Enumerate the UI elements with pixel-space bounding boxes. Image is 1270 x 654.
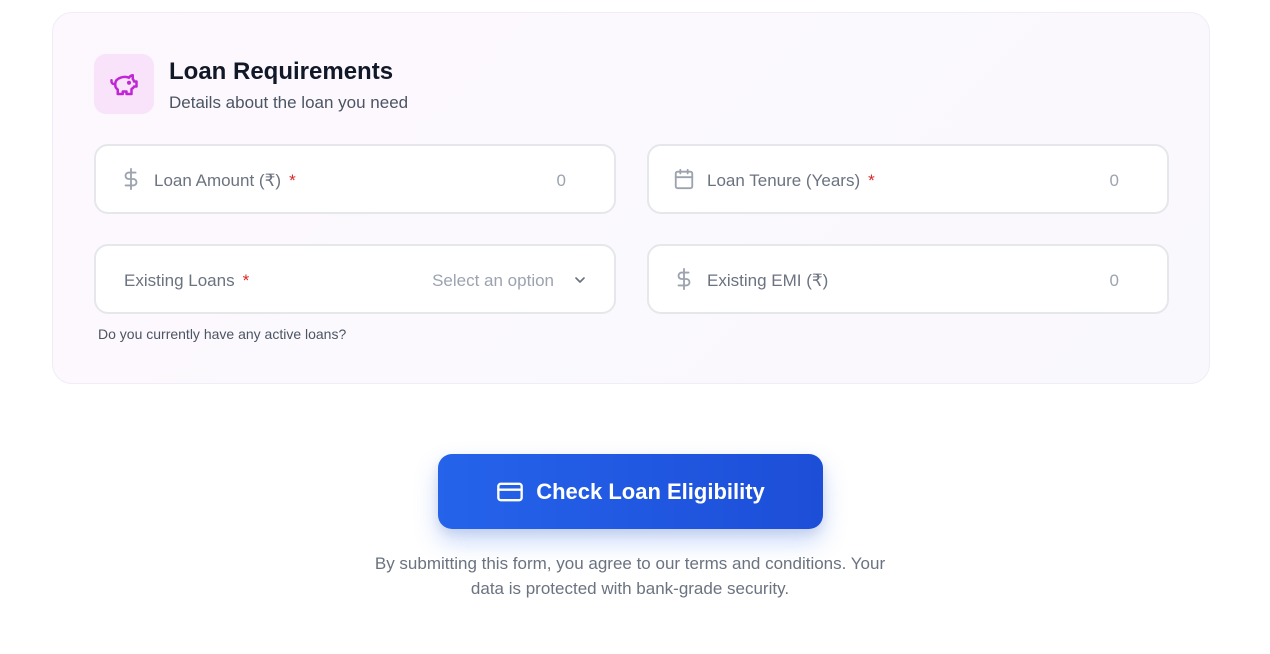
check-eligibility-button[interactable]: Check Loan Eligibility [438, 454, 823, 529]
existing-emi-value[interactable]: 0 [1110, 271, 1119, 291]
chevron-down-icon[interactable] [572, 272, 588, 288]
required-mark: * [868, 171, 875, 190]
terms-line-1: By submitting this form, you agree to ou… [374, 554, 886, 573]
existing-loans-label: Existing Loans * [124, 271, 250, 290]
dollar-icon [673, 268, 695, 290]
loan-tenure-label: Loan Tenure (Years) * [707, 171, 875, 190]
terms-line-2: data is protected with bank-grade securi… [470, 579, 790, 598]
section-subtitle: Details about the loan you need [169, 93, 409, 112]
calendar-icon [673, 168, 695, 190]
loan-amount-label: Loan Amount (₹) * [154, 171, 296, 190]
check-eligibility-label: Check Loan Eligibility [536, 478, 765, 504]
credit-card-icon [496, 478, 524, 506]
loan-requirements-card: Loan Requirements Details about the loan… [52, 12, 1210, 384]
terms-notice: By submitting this form, you agree to ou… [330, 551, 930, 601]
loan-amount-field[interactable]: Loan Amount (₹) * 0 [94, 144, 616, 214]
existing-loans-select[interactable]: Existing Loans * Select an option [94, 244, 616, 314]
section-title: Loan Requirements [169, 58, 394, 85]
piggy-bank-icon [94, 54, 154, 114]
required-mark: * [242, 271, 250, 290]
existing-emi-label: Existing EMI (₹) [707, 271, 829, 290]
dollar-icon [120, 168, 142, 190]
required-mark: * [289, 171, 296, 190]
loan-tenure-value[interactable]: 0 [1110, 171, 1119, 191]
loan-amount-value[interactable]: 0 [557, 171, 566, 191]
existing-loans-selected[interactable]: Select an option [432, 271, 554, 291]
existing-emi-field[interactable]: Existing EMI (₹) 0 [647, 244, 1169, 314]
loan-tenure-field[interactable]: Loan Tenure (Years) * 0 [647, 144, 1169, 214]
existing-loans-hint: Do you currently have any active loans? [98, 326, 347, 342]
